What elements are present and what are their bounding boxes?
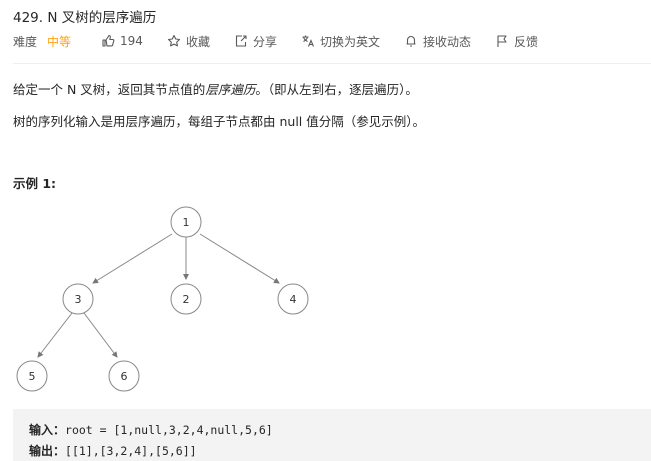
svg-text:1: 1 — [183, 216, 190, 229]
problem-page: 429. N 叉树的层序遍历 难度 中等 194 收藏 分享 切换为英文 接收动… — [0, 0, 651, 461]
example-input-line: 输入：root = [1,null,3,2,4,null,5,6] — [29, 421, 273, 438]
share-label: 分享 — [252, 34, 277, 49]
example-code-block: 输入：root = [1,null,3,2,4,null,5,6] 输出：[[1… — [13, 409, 651, 461]
example-output-line: 输出：[[1],[3,2,4],[5,6]] — [29, 442, 197, 459]
problem-title: 429. N 叉树的层序遍历 — [13, 10, 157, 26]
svg-text:3: 3 — [75, 293, 82, 306]
problem-meta-bar: 难度 中等 194 收藏 分享 切换为英文 接收动态 反馈 — [13, 33, 562, 49]
share-button[interactable]: 分享 — [234, 33, 277, 50]
like-count: 194 — [120, 34, 143, 48]
tree-edge — [92, 233, 173, 284]
svg-text:6: 6 — [121, 370, 128, 383]
favorite-label: 收藏 — [185, 34, 210, 49]
tree-node-4: 4 — [277, 283, 309, 315]
tree-node-6: 6 — [108, 360, 140, 392]
input-value: root = [1,null,3,2,4,null,5,6] — [65, 423, 273, 437]
translate-icon — [302, 35, 314, 47]
tree-node-3: 3 — [62, 283, 94, 315]
svg-text:4: 4 — [290, 293, 297, 306]
description-paragraph-1: 给定一个 N 叉树，返回其节点值的层序遍历。（即从左到右，逐层遍历）。 — [13, 79, 418, 98]
description-emphasis: 层序遍历 — [205, 82, 256, 97]
description-text: 给定一个 N 叉树，返回其节点值的 — [13, 82, 206, 97]
n-ary-tree-diagram: 1 3 2 4 5 6 — [16, 206, 309, 392]
flag-icon — [497, 35, 507, 47]
description-text: 。（即从左到右，逐层遍历）。 — [255, 82, 418, 97]
thumbs-up-icon — [102, 34, 115, 47]
output-value: [[1],[3,2,4],[5,6]] — [65, 444, 197, 458]
feedback-button[interactable]: 反馈 — [495, 33, 538, 50]
translate-button[interactable]: 切换为英文 — [301, 33, 380, 50]
share-icon — [235, 35, 247, 47]
feedback-label: 反馈 — [514, 34, 539, 49]
svg-text:2: 2 — [183, 293, 190, 306]
tree-edge — [37, 312, 73, 358]
header-divider — [13, 63, 651, 64]
star-icon — [167, 34, 180, 47]
description-paragraph-2: 树的序列化输入是用层序遍历，每组子节点都由 null 值分隔（参见示例）。 — [13, 114, 425, 129]
tree-node-5: 5 — [16, 360, 48, 392]
example-title: 示例 1: — [13, 176, 57, 191]
notify-label: 接收动态 — [422, 34, 471, 49]
tree-node-2: 2 — [170, 283, 202, 315]
tree-edge — [199, 233, 280, 284]
svg-text:5: 5 — [29, 370, 36, 383]
favorite-button[interactable]: 收藏 — [167, 33, 210, 50]
difficulty-badge: 中等 — [47, 34, 72, 49]
notify-button[interactable]: 接收动态 — [404, 33, 471, 50]
tree-node-1: 1 — [170, 206, 202, 238]
bell-icon — [406, 35, 416, 47]
output-label: 输出： — [29, 444, 66, 458]
tree-edge — [83, 312, 118, 358]
difficulty-label: 难度 — [13, 34, 38, 49]
translate-label: 切换为英文 — [319, 34, 380, 49]
input-label: 输入： — [29, 423, 66, 437]
like-button[interactable]: 194 — [101, 34, 143, 48]
